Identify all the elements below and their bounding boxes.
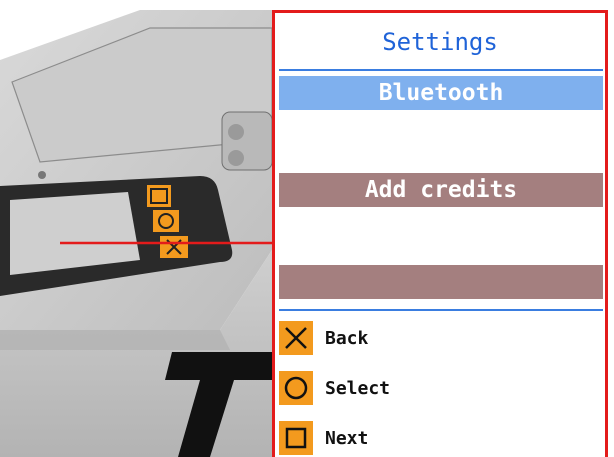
device-illustration [0,10,272,457]
legend-select-label: Select [325,377,391,399]
circle-icon [279,371,313,405]
menu-item-bluetooth[interactable]: Bluetooth [279,76,603,110]
legend-next: Next [279,421,368,455]
cross-icon [279,321,313,355]
square-icon [279,421,313,455]
legend-back-label: Back [325,327,369,349]
legend-back: Back [279,321,368,355]
menu-item-blank[interactable] [279,265,603,299]
device-screen: Settings Bluetooth Add credits Back Sele… [272,10,608,457]
legend-divider [279,309,603,311]
device-render [0,0,272,457]
legend-next-label: Next [325,427,369,449]
legend-select: Select [279,371,390,405]
screen-title: Settings [382,28,498,56]
title-divider [279,69,603,71]
menu-item-add-credits[interactable]: Add credits [279,173,603,207]
